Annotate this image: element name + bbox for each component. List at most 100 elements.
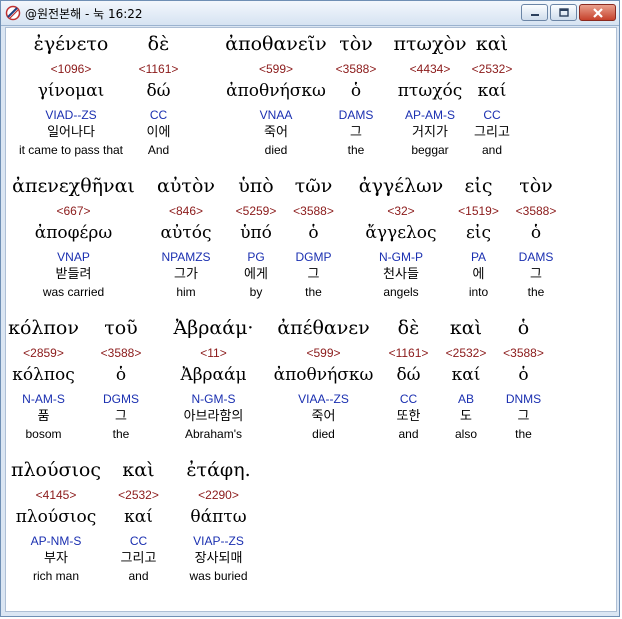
word-strong: <3588> <box>293 204 334 218</box>
word-english: died <box>264 143 288 157</box>
word-korean: 또한 <box>396 409 421 424</box>
word-strong: <2532> <box>471 62 513 76</box>
word-strong: <1161> <box>388 346 429 360</box>
close-icon <box>592 7 603 18</box>
word-morph: DGMP <box>295 250 332 264</box>
word-greek: Ἀβραάμ· <box>173 317 254 339</box>
word-english: the <box>527 285 545 299</box>
word-block[interactable]: ἀπενεχθῆναι <667> ἀποφέρω VNAP 받들려 was carrie… <box>6 172 141 300</box>
word-english: died <box>312 427 335 441</box>
word-greek: καὶ <box>449 317 483 339</box>
word-morph: AB <box>457 392 474 406</box>
close-button[interactable] <box>579 4 616 21</box>
word-morph: CC <box>483 108 501 122</box>
word-strong: <1096> <box>50 62 92 76</box>
word-korean: 도 <box>460 409 472 424</box>
word-korean: 받들려 <box>55 267 92 282</box>
word-korean: 그리고 <box>120 551 157 566</box>
word-strong: <3588> <box>503 346 544 360</box>
word-lemma: ὁ <box>308 223 319 243</box>
word-greek: ἀπενεχθῆναι <box>12 175 135 197</box>
word-korean: 그가 <box>174 267 198 282</box>
minimize-button[interactable] <box>521 4 548 21</box>
word-greek: ὁ <box>517 317 530 339</box>
word-block[interactable]: ὁ <3588> ὁ DNMS 그 the <box>496 314 551 442</box>
word-block[interactable]: ἐτάφη. <2290> θάπτω VIAP--ZS 장사되매 was buried <box>171 456 266 584</box>
word-greek: ἐτάφη. <box>186 459 251 481</box>
word-lemma: πλούσιος <box>15 507 97 527</box>
word-lemma: κόλπος <box>12 365 75 385</box>
word-strong: <2859> <box>23 346 64 360</box>
word-greek: τοῦ <box>104 317 138 339</box>
title-bar[interactable]: @원전본해 - 눅 16:22 <box>1 1 619 26</box>
word-morph: N-AM-S <box>22 392 65 406</box>
word-block[interactable]: εἰς <1519> εἰς PA 에 into <box>446 172 511 300</box>
word-korean: 에 <box>472 267 485 282</box>
word-greek: ἐγένετο <box>33 33 109 55</box>
word-block[interactable]: τοῦ <3588> ὁ DGMS 그 the <box>86 314 156 442</box>
word-korean: 그 <box>307 267 320 282</box>
word-block[interactable]: ἐγένετο <1096> γίνομαι VIAD--ZS 일어나다 it came … <box>6 30 136 158</box>
maximize-button[interactable] <box>550 4 577 21</box>
word-greek: ἀπέθανεν <box>277 317 370 339</box>
word-block[interactable]: Ἀβραάμ· <11> Ἀβραάμ N-GM-S 아브라함의 Abraham's <box>151 314 276 442</box>
word-block[interactable]: δὲ <1161> δώ CC 이에 And <box>136 30 181 158</box>
word-english: and <box>128 569 149 583</box>
word-lemma: Ἀβραάμ <box>180 365 247 385</box>
word-block[interactable]: δὲ <1161> δώ CC 또한 and <box>381 314 436 442</box>
interlinear-view[interactable]: ἐγένετο <1096> γίνομαι VIAD--ZS 일어나다 it came … <box>5 27 617 612</box>
word-morph: CC <box>129 534 148 548</box>
window-title: @원전본해 - 눅 16:22 <box>25 7 143 21</box>
word-block[interactable]: ἀγγέλων <32> ἄγγελος N-GM-P 천사들 angels <box>341 172 461 300</box>
word-morph: PA <box>470 250 487 264</box>
word-english: him <box>176 285 196 299</box>
word-morph: N-GM-S <box>191 392 236 406</box>
word-lemma: ἄγγελος <box>365 223 437 243</box>
word-lemma: δώ <box>146 81 171 101</box>
app-icon <box>5 5 21 21</box>
word-morph: NPAMZS <box>161 250 211 264</box>
word-morph: DAMS <box>518 250 554 264</box>
word-lemma: ὁ <box>518 365 529 385</box>
word-strong: <2290> <box>198 488 239 502</box>
word-korean: 그리고 <box>474 125 510 140</box>
word-strong: <2532> <box>445 346 487 360</box>
word-english: was buried <box>189 569 248 583</box>
word-morph: AP-NM-S <box>30 534 82 548</box>
word-block[interactable]: κόλπον <2859> κόλπος N-AM-S 품 bosom <box>6 314 81 442</box>
word-greek: τῶν <box>294 175 333 197</box>
word-block[interactable]: ἀποθανεῖν <599> ἀποθνήσκω VNAA 죽어 died <box>216 30 336 158</box>
word-block[interactable]: αὐτὸν <846> αὐτός NPAMZS 그가 him <box>151 172 221 300</box>
word-greek: εἰς <box>464 175 493 197</box>
word-english: and <box>398 427 419 441</box>
word-greek: πλούσιος <box>10 459 102 481</box>
word-block[interactable]: τὸν <3588> ὁ DAMS 그 the <box>506 172 566 300</box>
word-lemma: αὐτός <box>160 223 212 243</box>
word-block[interactable]: καὶ <2532> καί AB 도 also <box>436 314 496 442</box>
word-greek: τὸν <box>519 175 553 197</box>
word-block[interactable]: καὶ <2532> καί CC 그리고 and <box>106 456 171 584</box>
word-morph: VNAP <box>57 250 90 264</box>
word-korean: 천사들 <box>383 267 419 282</box>
word-korean: 그 <box>530 267 542 282</box>
word-english: it came to pass that <box>18 143 124 157</box>
word-strong: <2532> <box>118 488 159 502</box>
word-greek: καὶ <box>475 33 509 55</box>
word-lemma: καί <box>477 81 507 101</box>
word-lemma: δώ <box>396 365 421 385</box>
word-greek: καὶ <box>122 459 155 481</box>
word-block[interactable]: τῶν <3588> ὁ DGMP 그 the <box>281 172 346 300</box>
word-greek: ἀγγέλων <box>358 175 444 197</box>
word-block[interactable]: ἀπέθανεν <599> ἀποθνήσκω VIAA--ZS 죽어 died <box>261 314 386 442</box>
word-lemma: ὁ <box>115 365 127 385</box>
word-strong: <11> <box>200 346 227 360</box>
word-english: the <box>112 427 130 441</box>
word-block[interactable]: καὶ <2532> καί CC 그리고 and <box>461 30 523 158</box>
word-korean: 장사되매 <box>194 551 243 566</box>
word-block[interactable]: πλούσιος <4145> πλούσιος AP-NM-S 부자 rich man <box>6 456 106 584</box>
word-greek: ἀποθανεῖν <box>225 33 327 55</box>
word-strong: <3588> <box>515 204 557 218</box>
word-lemma: θάπτω <box>190 507 247 527</box>
word-morph: VIAP--ZS <box>193 534 244 548</box>
word-strong: <32> <box>387 204 415 218</box>
